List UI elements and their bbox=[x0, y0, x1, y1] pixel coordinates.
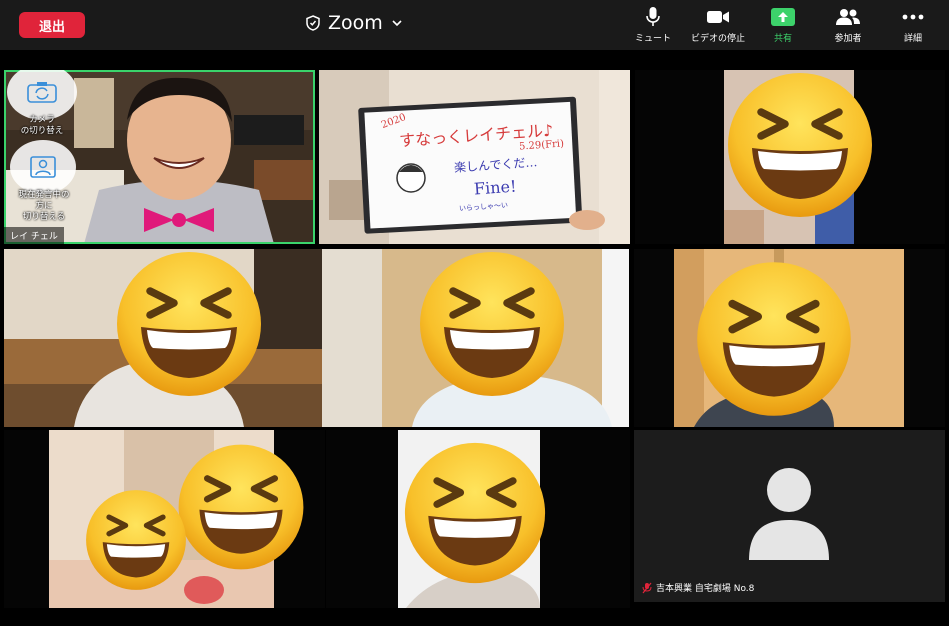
speaker-view-button[interactable] bbox=[10, 140, 76, 194]
laughing-emoji-icon bbox=[694, 259, 854, 419]
participants-label: 参加者 bbox=[834, 34, 862, 44]
video-tile[interactable] bbox=[326, 430, 630, 608]
speaker-view-label: 現在発言中の 方に 切り替える bbox=[18, 190, 70, 222]
laughing-emoji-icon bbox=[725, 70, 875, 220]
muted-microphone-icon bbox=[642, 582, 652, 593]
share-screen-icon bbox=[771, 8, 795, 26]
camera-switch-label: カメラ の切り替え bbox=[20, 115, 64, 136]
participant-name: 吉本興業 自宅劇場 No.8 bbox=[656, 584, 755, 594]
app-title: Zoom bbox=[328, 12, 383, 34]
video-camera-icon bbox=[707, 11, 729, 23]
video-tile-whiteboard[interactable]: 2020 すなっくレイチェル♪ 5.29(Fri) 楽しんでくだ… Fine! … bbox=[319, 70, 630, 244]
share-button[interactable]: 共有 bbox=[764, 6, 802, 46]
more-label: 詳細 bbox=[903, 34, 922, 44]
video-tile-no-video[interactable]: 吉本興業 自宅劇場 No.8 bbox=[634, 430, 945, 602]
video-tile[interactable] bbox=[4, 249, 322, 427]
video-tile[interactable] bbox=[635, 70, 945, 244]
participants-icon bbox=[836, 9, 860, 25]
meeting-toolbar: 退出 Zoom ミュート ビデオの停止 共有 参加者 詳細 bbox=[0, 0, 949, 50]
participant-name-row: 吉本興業 自宅劇場 No.8 bbox=[642, 581, 754, 594]
stop-video-button[interactable]: ビデオの停止 bbox=[686, 6, 750, 46]
chevron-down-icon[interactable] bbox=[391, 18, 403, 28]
leave-button[interactable]: 退出 bbox=[19, 12, 85, 38]
shield-icon bbox=[306, 15, 320, 31]
participant-name: レイ チェル bbox=[4, 227, 64, 244]
video-tile[interactable] bbox=[4, 430, 325, 608]
avatar-placeholder-icon bbox=[749, 468, 829, 560]
more-icon bbox=[902, 14, 924, 20]
stop-video-label: ビデオの停止 bbox=[690, 34, 745, 44]
laughing-emoji-icon bbox=[104, 249, 274, 399]
person-frame-icon bbox=[30, 156, 56, 178]
participants-button[interactable]: 参加者 bbox=[826, 6, 870, 46]
laughing-emoji-icon bbox=[402, 440, 548, 586]
microphone-icon bbox=[646, 7, 660, 26]
video-tile[interactable] bbox=[322, 249, 629, 427]
laughing-emoji-icon bbox=[84, 488, 188, 592]
camera-rotate-icon bbox=[27, 82, 57, 103]
mute-label: ミュート bbox=[634, 34, 671, 44]
mute-button[interactable]: ミュート bbox=[630, 6, 676, 46]
laughing-emoji-icon bbox=[412, 249, 572, 399]
share-label: 共有 bbox=[773, 34, 792, 44]
video-tile[interactable] bbox=[634, 249, 945, 427]
whiteboard-line2: Fine! bbox=[473, 176, 518, 199]
meeting-title[interactable]: Zoom bbox=[306, 10, 403, 36]
video-tile-self[interactable]: カメラ の切り替え 現在発言中の 方に 切り替える レイ チェル bbox=[4, 70, 315, 244]
laughing-emoji-icon bbox=[176, 442, 306, 572]
more-button[interactable]: 詳細 bbox=[893, 6, 933, 46]
